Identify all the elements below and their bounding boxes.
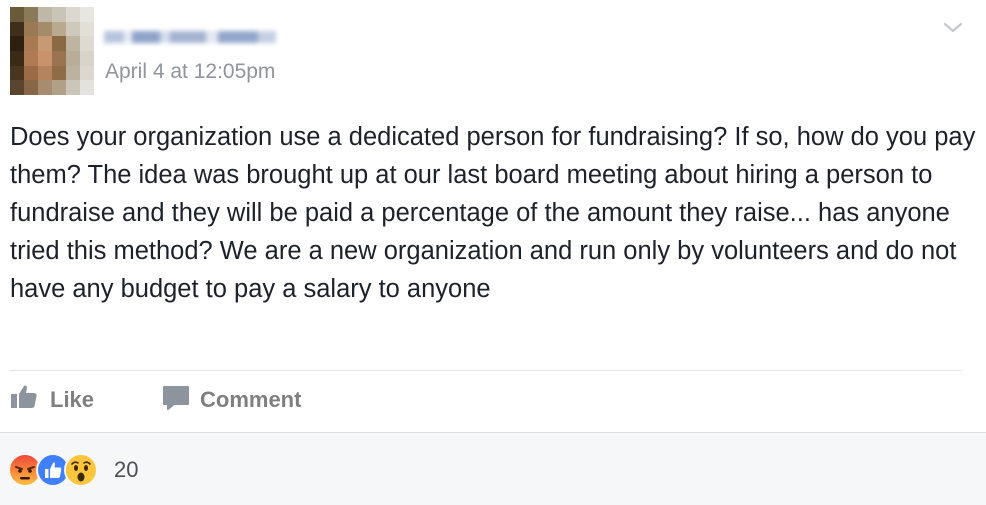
thumbs-up-icon — [10, 382, 40, 418]
divider — [10, 370, 962, 371]
reaction-count[interactable]: 20 — [114, 457, 138, 483]
post-timestamp[interactable]: April 4 at 12:05pm — [105, 60, 275, 84]
comment-label: Comment — [200, 387, 302, 412]
author-name-redacted[interactable] — [104, 27, 276, 47]
like-button[interactable]: Like — [10, 382, 94, 418]
avatar-pixelated-image — [10, 7, 94, 95]
wow-reaction-icon — [64, 453, 98, 487]
comment-bubble-icon — [162, 382, 190, 418]
author-avatar[interactable] — [10, 7, 94, 95]
reactions-bar: 20 — [0, 432, 986, 505]
post-options-chevron-icon[interactable] — [942, 18, 964, 36]
comment-button[interactable]: Comment — [162, 382, 301, 418]
like-label: Like — [50, 387, 95, 412]
post-body-text: Does your organization use a dedicated p… — [10, 123, 976, 303]
reaction-icons[interactable] — [8, 453, 98, 487]
feed-post: April 4 at 12:05pm Does your organizatio… — [0, 0, 986, 505]
